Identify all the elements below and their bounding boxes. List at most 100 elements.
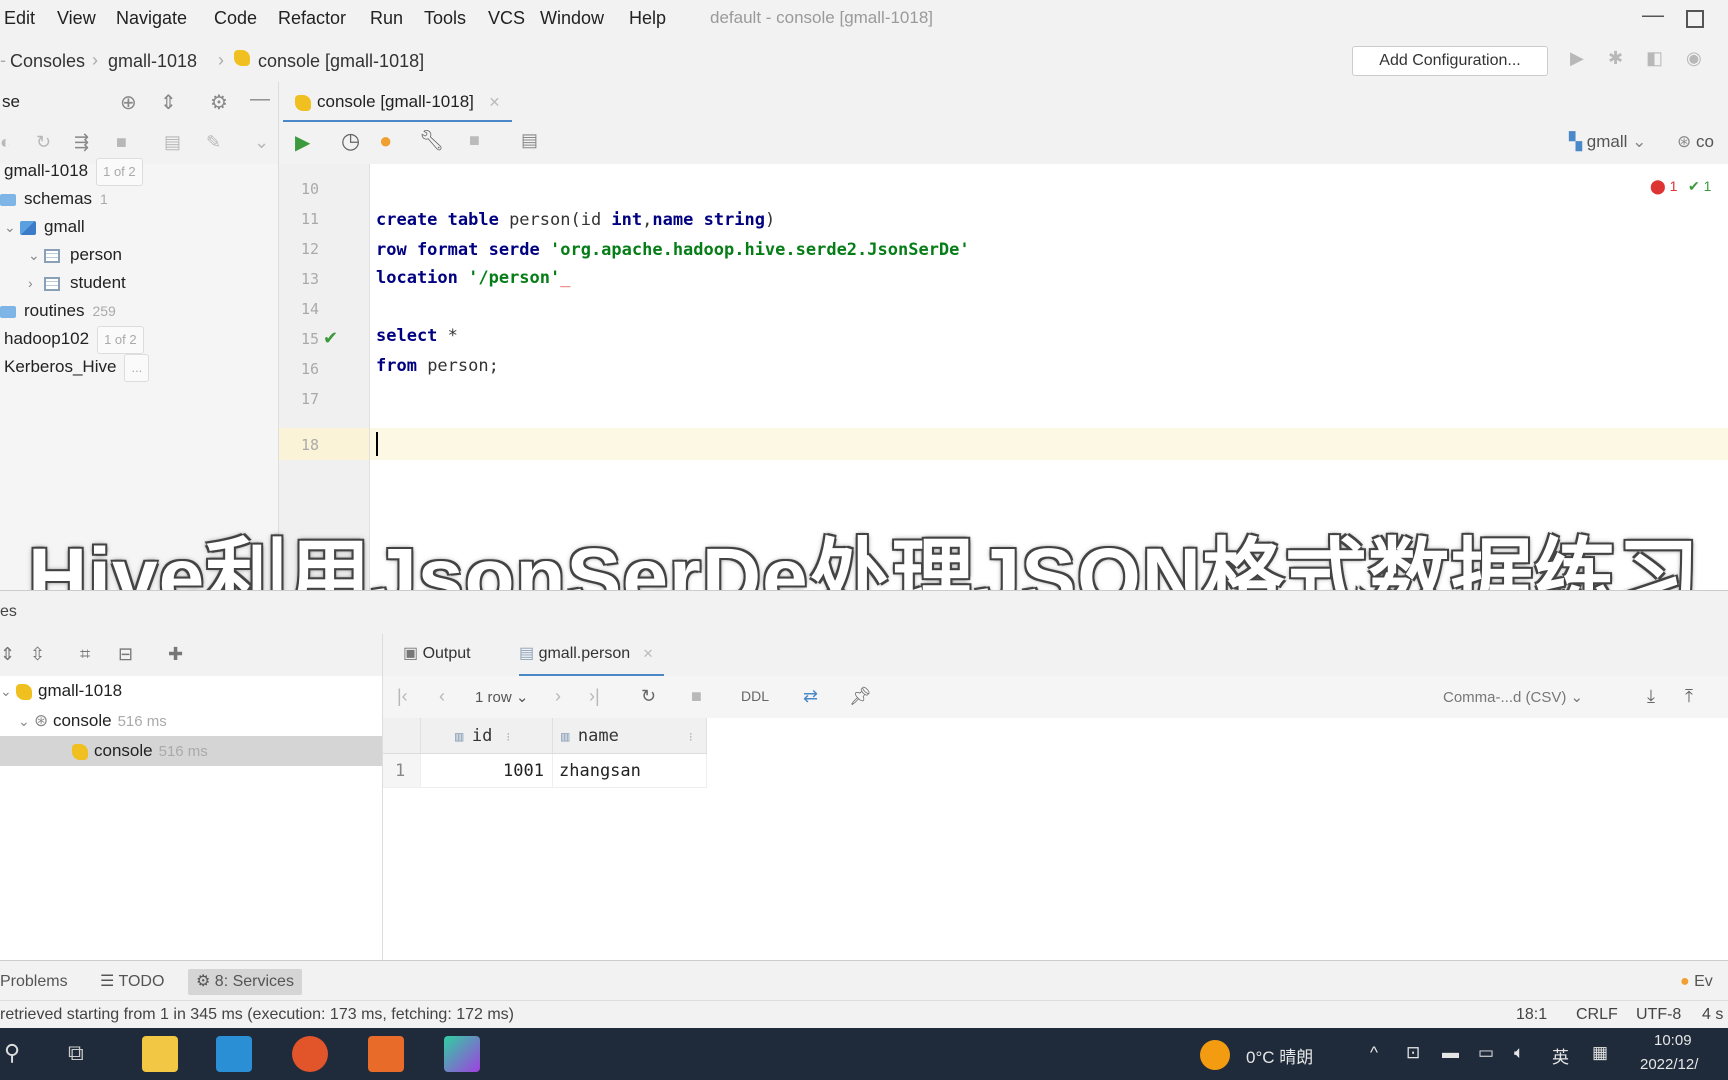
task-view-icon[interactable]: ⧉ bbox=[68, 1040, 84, 1066]
table-icon[interactable]: ▤ bbox=[521, 130, 538, 151]
debug-icon[interactable]: ✱ bbox=[1608, 48, 1623, 69]
chevron-right-icon[interactable]: › bbox=[28, 270, 44, 296]
line-ending[interactable]: CRLF bbox=[1576, 1001, 1618, 1029]
menu-code[interactable]: Code bbox=[214, 8, 257, 29]
collapse-icon[interactable]: ⇕ bbox=[160, 90, 177, 115]
pin-icon[interactable]: 📌︎ bbox=[849, 686, 872, 707]
first-page-icon[interactable]: |‹ bbox=[397, 686, 408, 707]
volume-icon[interactable]: 🔈︎ bbox=[1514, 1043, 1524, 1063]
row-count-selector[interactable]: 1 row ⌄ bbox=[475, 688, 528, 706]
tree-item-routines[interactable]: routines 259 bbox=[0, 298, 116, 324]
battery-icon[interactable]: ▬ bbox=[1442, 1043, 1459, 1063]
sort-icon[interactable]: ⁝ bbox=[506, 730, 510, 744]
caret-position[interactable]: 18:1 bbox=[1516, 1001, 1547, 1029]
error-icon[interactable]: ⬤ 1 bbox=[1650, 178, 1677, 195]
breadcrumb-consoles[interactable]: Consoles bbox=[10, 51, 85, 72]
service-item-console[interactable]: console 516 ms bbox=[0, 736, 382, 766]
stop-icon[interactable]: ◉ bbox=[1686, 48, 1702, 69]
weather-text[interactable]: 0°C 晴朗 bbox=[1246, 1043, 1313, 1068]
wrench-icon[interactable]: 🔧︎ bbox=[419, 128, 444, 153]
tree-item-hadoop102[interactable]: hadoop102 1 of 2 bbox=[4, 326, 144, 354]
previous-page-icon[interactable]: ‹ bbox=[439, 686, 445, 707]
menu-tools[interactable]: Tools bbox=[424, 8, 466, 29]
stop-icon[interactable]: ■ bbox=[691, 686, 702, 707]
group-icon[interactable]: ⌗ bbox=[80, 644, 90, 665]
add-icon[interactable]: ◐ bbox=[0, 132, 11, 153]
indent-setting[interactable]: 4 s bbox=[1702, 1001, 1723, 1029]
menu-run[interactable]: Run bbox=[370, 8, 403, 29]
add-configuration-button[interactable]: Add Configuration... bbox=[1352, 46, 1548, 76]
maximize-icon[interactable] bbox=[1686, 10, 1704, 28]
more-icon[interactable]: ⌄ bbox=[254, 132, 269, 153]
tree-item-kerberos-hive[interactable]: Kerberos_Hive... bbox=[4, 354, 150, 382]
tree-item-gmall[interactable]: ⌄ gmall bbox=[4, 214, 85, 240]
network-icon[interactable]: ⊡ bbox=[1406, 1043, 1420, 1063]
filter-icon[interactable]: ⊟ bbox=[118, 644, 133, 665]
chevron-down-icon[interactable]: ⌄ bbox=[0, 676, 16, 706]
close-icon[interactable]: ✕ bbox=[489, 94, 501, 110]
menu-navigate[interactable]: Navigate bbox=[116, 8, 187, 29]
minimize-icon[interactable]: — bbox=[1642, 2, 1664, 28]
edit-icon[interactable]: ✎ bbox=[206, 132, 221, 153]
tab-services[interactable]: ⚙ 8: Services bbox=[188, 969, 302, 995]
input-method[interactable]: 英 bbox=[1552, 1043, 1569, 1068]
stop-icon[interactable]: ■ bbox=[469, 130, 480, 151]
hide-icon[interactable]: — bbox=[250, 88, 270, 111]
add-service-icon[interactable]: ✚ bbox=[168, 644, 183, 665]
cell-name[interactable]: zhangsan bbox=[553, 754, 707, 788]
last-page-icon[interactable]: ›| bbox=[589, 686, 600, 707]
close-icon[interactable]: ✕ bbox=[643, 646, 654, 661]
upload-icon[interactable]: ⤒ bbox=[1685, 686, 1693, 707]
display-icon[interactable]: ▭ bbox=[1478, 1043, 1494, 1063]
chevron-down-icon[interactable]: ⌄ bbox=[4, 214, 20, 240]
file-encoding[interactable]: UTF-8 bbox=[1636, 1001, 1681, 1029]
history-icon[interactable]: ◷ bbox=[341, 128, 360, 154]
gear-icon[interactable]: ⚙ bbox=[210, 90, 228, 115]
service-item-session[interactable]: ⌄ ⊛ console 516 ms bbox=[18, 706, 167, 736]
search-icon[interactable]: ⚲ bbox=[4, 1040, 20, 1066]
refresh-icon[interactable]: ↻ bbox=[641, 686, 656, 707]
tab-output[interactable]: ▣ Output bbox=[403, 634, 471, 674]
coverage-icon[interactable]: ◧ bbox=[1646, 48, 1663, 69]
cell-id[interactable]: 1001 bbox=[421, 754, 553, 788]
breadcrumb-console[interactable]: console [gmall-1018] bbox=[258, 51, 424, 72]
compare-icon[interactable]: ⇄ bbox=[803, 686, 818, 707]
tab-console[interactable]: console [gmall-1018] ✕ bbox=[283, 82, 513, 123]
table-icon[interactable]: ▤ bbox=[164, 132, 181, 153]
ime-pad-icon[interactable]: ▦ bbox=[1592, 1043, 1608, 1063]
session-selector[interactable]: ⊛ co bbox=[1677, 132, 1714, 152]
refresh-icon[interactable]: ↻ bbox=[36, 132, 51, 153]
column-header-name[interactable]: ▥ name ⁝ bbox=[553, 718, 707, 754]
tree-item-student[interactable]: › student bbox=[28, 270, 126, 296]
ddl-button[interactable]: DDL bbox=[741, 688, 769, 704]
clock-time[interactable]: 10:09 bbox=[1654, 1032, 1692, 1049]
tree-item-schemas[interactable]: schemas 1 bbox=[0, 186, 108, 212]
menu-help[interactable]: Help bbox=[629, 8, 666, 29]
schema-sync-icon[interactable]: ⇶ bbox=[74, 132, 89, 153]
office-icon[interactable] bbox=[368, 1036, 404, 1072]
tab-todo[interactable]: ☰ TODO bbox=[92, 969, 172, 995]
column-header-id[interactable]: ▥ id ⁝ bbox=[421, 718, 553, 754]
menu-window[interactable]: Window bbox=[540, 8, 604, 29]
chevron-up-icon[interactable]: ^ bbox=[1370, 1043, 1378, 1063]
locate-icon[interactable]: ⊕ bbox=[120, 90, 137, 115]
menu-view[interactable]: View bbox=[57, 8, 96, 29]
checkmark-icon[interactable]: ✔ 1 bbox=[1688, 178, 1711, 195]
tree-item-datasource[interactable]: gmall-1018 1 of 2 bbox=[4, 158, 143, 186]
stop-icon[interactable]: ■ bbox=[116, 132, 127, 153]
event-log-button[interactable]: ● Ev bbox=[1672, 969, 1721, 995]
breadcrumb-datasource[interactable]: gmall-1018 bbox=[108, 51, 197, 72]
expand-icon[interactable]: ⇕ bbox=[0, 644, 15, 665]
execute-icon[interactable]: ▶ bbox=[295, 130, 310, 155]
schema-selector[interactable]: ▚ gmall ⌄ bbox=[1569, 132, 1646, 152]
service-item-datasource[interactable]: ⌄ gmall-1018 bbox=[0, 676, 122, 706]
tab-gmall-person[interactable]: ▤ gmall.person ✕ bbox=[519, 634, 664, 677]
chevron-down-icon[interactable]: ⌄ bbox=[18, 706, 34, 736]
file-explorer-icon[interactable] bbox=[142, 1036, 178, 1072]
datagrip-icon[interactable] bbox=[444, 1036, 480, 1072]
chevron-down-icon[interactable]: ⌄ bbox=[28, 242, 44, 268]
browser-icon[interactable] bbox=[292, 1036, 328, 1072]
download-icon[interactable]: ⤓ bbox=[1647, 686, 1655, 707]
tab-problems[interactable]: Problems bbox=[0, 969, 76, 995]
sort-icon[interactable]: ⁝ bbox=[689, 730, 693, 744]
